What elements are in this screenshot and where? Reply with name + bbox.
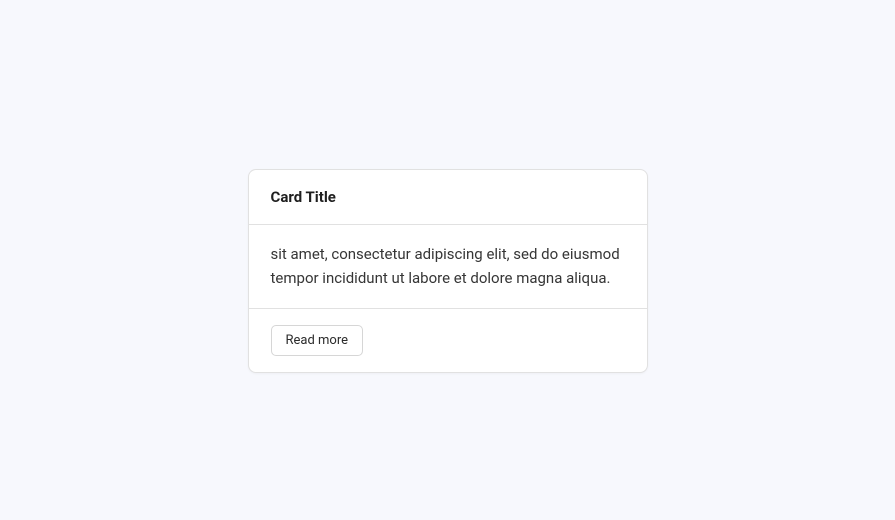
read-more-button[interactable]: Read more (271, 325, 364, 356)
card-footer: Read more (249, 309, 647, 372)
card-body: sit amet, consectetur adipiscing elit, s… (249, 225, 647, 309)
card-title: Card Title (271, 188, 625, 206)
card: Card Title sit amet, consectetur adipisc… (248, 169, 648, 373)
card-header: Card Title (249, 170, 647, 225)
card-body-text: sit amet, consectetur adipiscing elit, s… (271, 243, 625, 290)
